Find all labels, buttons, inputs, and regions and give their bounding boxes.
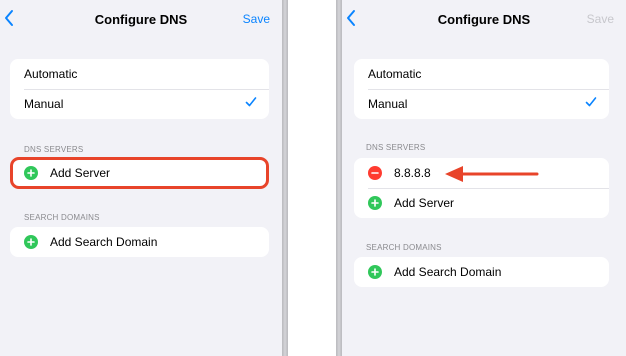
plus-circle-icon	[368, 265, 382, 279]
section-header-search-domains: SEARCH DOMAINS	[24, 213, 100, 222]
mode-option-manual[interactable]: Manual	[354, 89, 609, 119]
mode-option-label: Automatic	[368, 67, 422, 81]
add-search-domain-button[interactable]: Add Search Domain	[354, 257, 609, 287]
add-server-label: Add Server	[394, 196, 455, 210]
plus-circle-icon	[24, 235, 38, 249]
checkmark-icon	[585, 96, 597, 111]
search-domains-group: Add Search Domain	[10, 227, 269, 257]
arrow-annotation	[445, 166, 539, 182]
mode-option-automatic[interactable]: Automatic	[10, 59, 269, 89]
highlight-annotation	[10, 157, 269, 189]
screenshot-divider	[282, 0, 288, 356]
dns-server-address: 8.8.8.8	[394, 166, 431, 180]
checkmark-icon	[245, 96, 257, 111]
page-title: Configure DNS	[94, 12, 188, 27]
mode-group: Automatic Manual	[354, 59, 609, 119]
mode-group: Automatic Manual	[10, 59, 269, 119]
add-search-domain-label: Add Search Domain	[394, 265, 502, 279]
section-header-dns-servers: DNS SERVERS	[24, 145, 84, 154]
mode-option-manual[interactable]: Manual	[10, 89, 269, 119]
plus-circle-icon	[368, 196, 382, 210]
mode-option-automatic[interactable]: Automatic	[354, 59, 609, 89]
navigation-bar: Configure DNS Save	[342, 0, 626, 40]
add-search-domain-button[interactable]: Add Search Domain	[10, 227, 269, 257]
search-domains-group: Add Search Domain	[354, 257, 609, 287]
save-button[interactable]: Save	[587, 12, 614, 26]
section-header-search-domains: SEARCH DOMAINS	[366, 243, 442, 252]
mode-option-label: Manual	[368, 97, 408, 111]
mode-option-label: Manual	[24, 97, 64, 111]
minus-circle-icon[interactable]	[368, 166, 382, 180]
navigation-bar: Configure DNS Save	[0, 0, 282, 40]
mode-option-label: Automatic	[24, 67, 78, 81]
section-header-dns-servers: DNS SERVERS	[366, 143, 426, 152]
page-title: Configure DNS	[437, 12, 531, 27]
add-server-button[interactable]: Add Server	[354, 188, 609, 218]
save-button[interactable]: Save	[243, 12, 270, 26]
add-search-domain-label: Add Search Domain	[50, 235, 158, 249]
